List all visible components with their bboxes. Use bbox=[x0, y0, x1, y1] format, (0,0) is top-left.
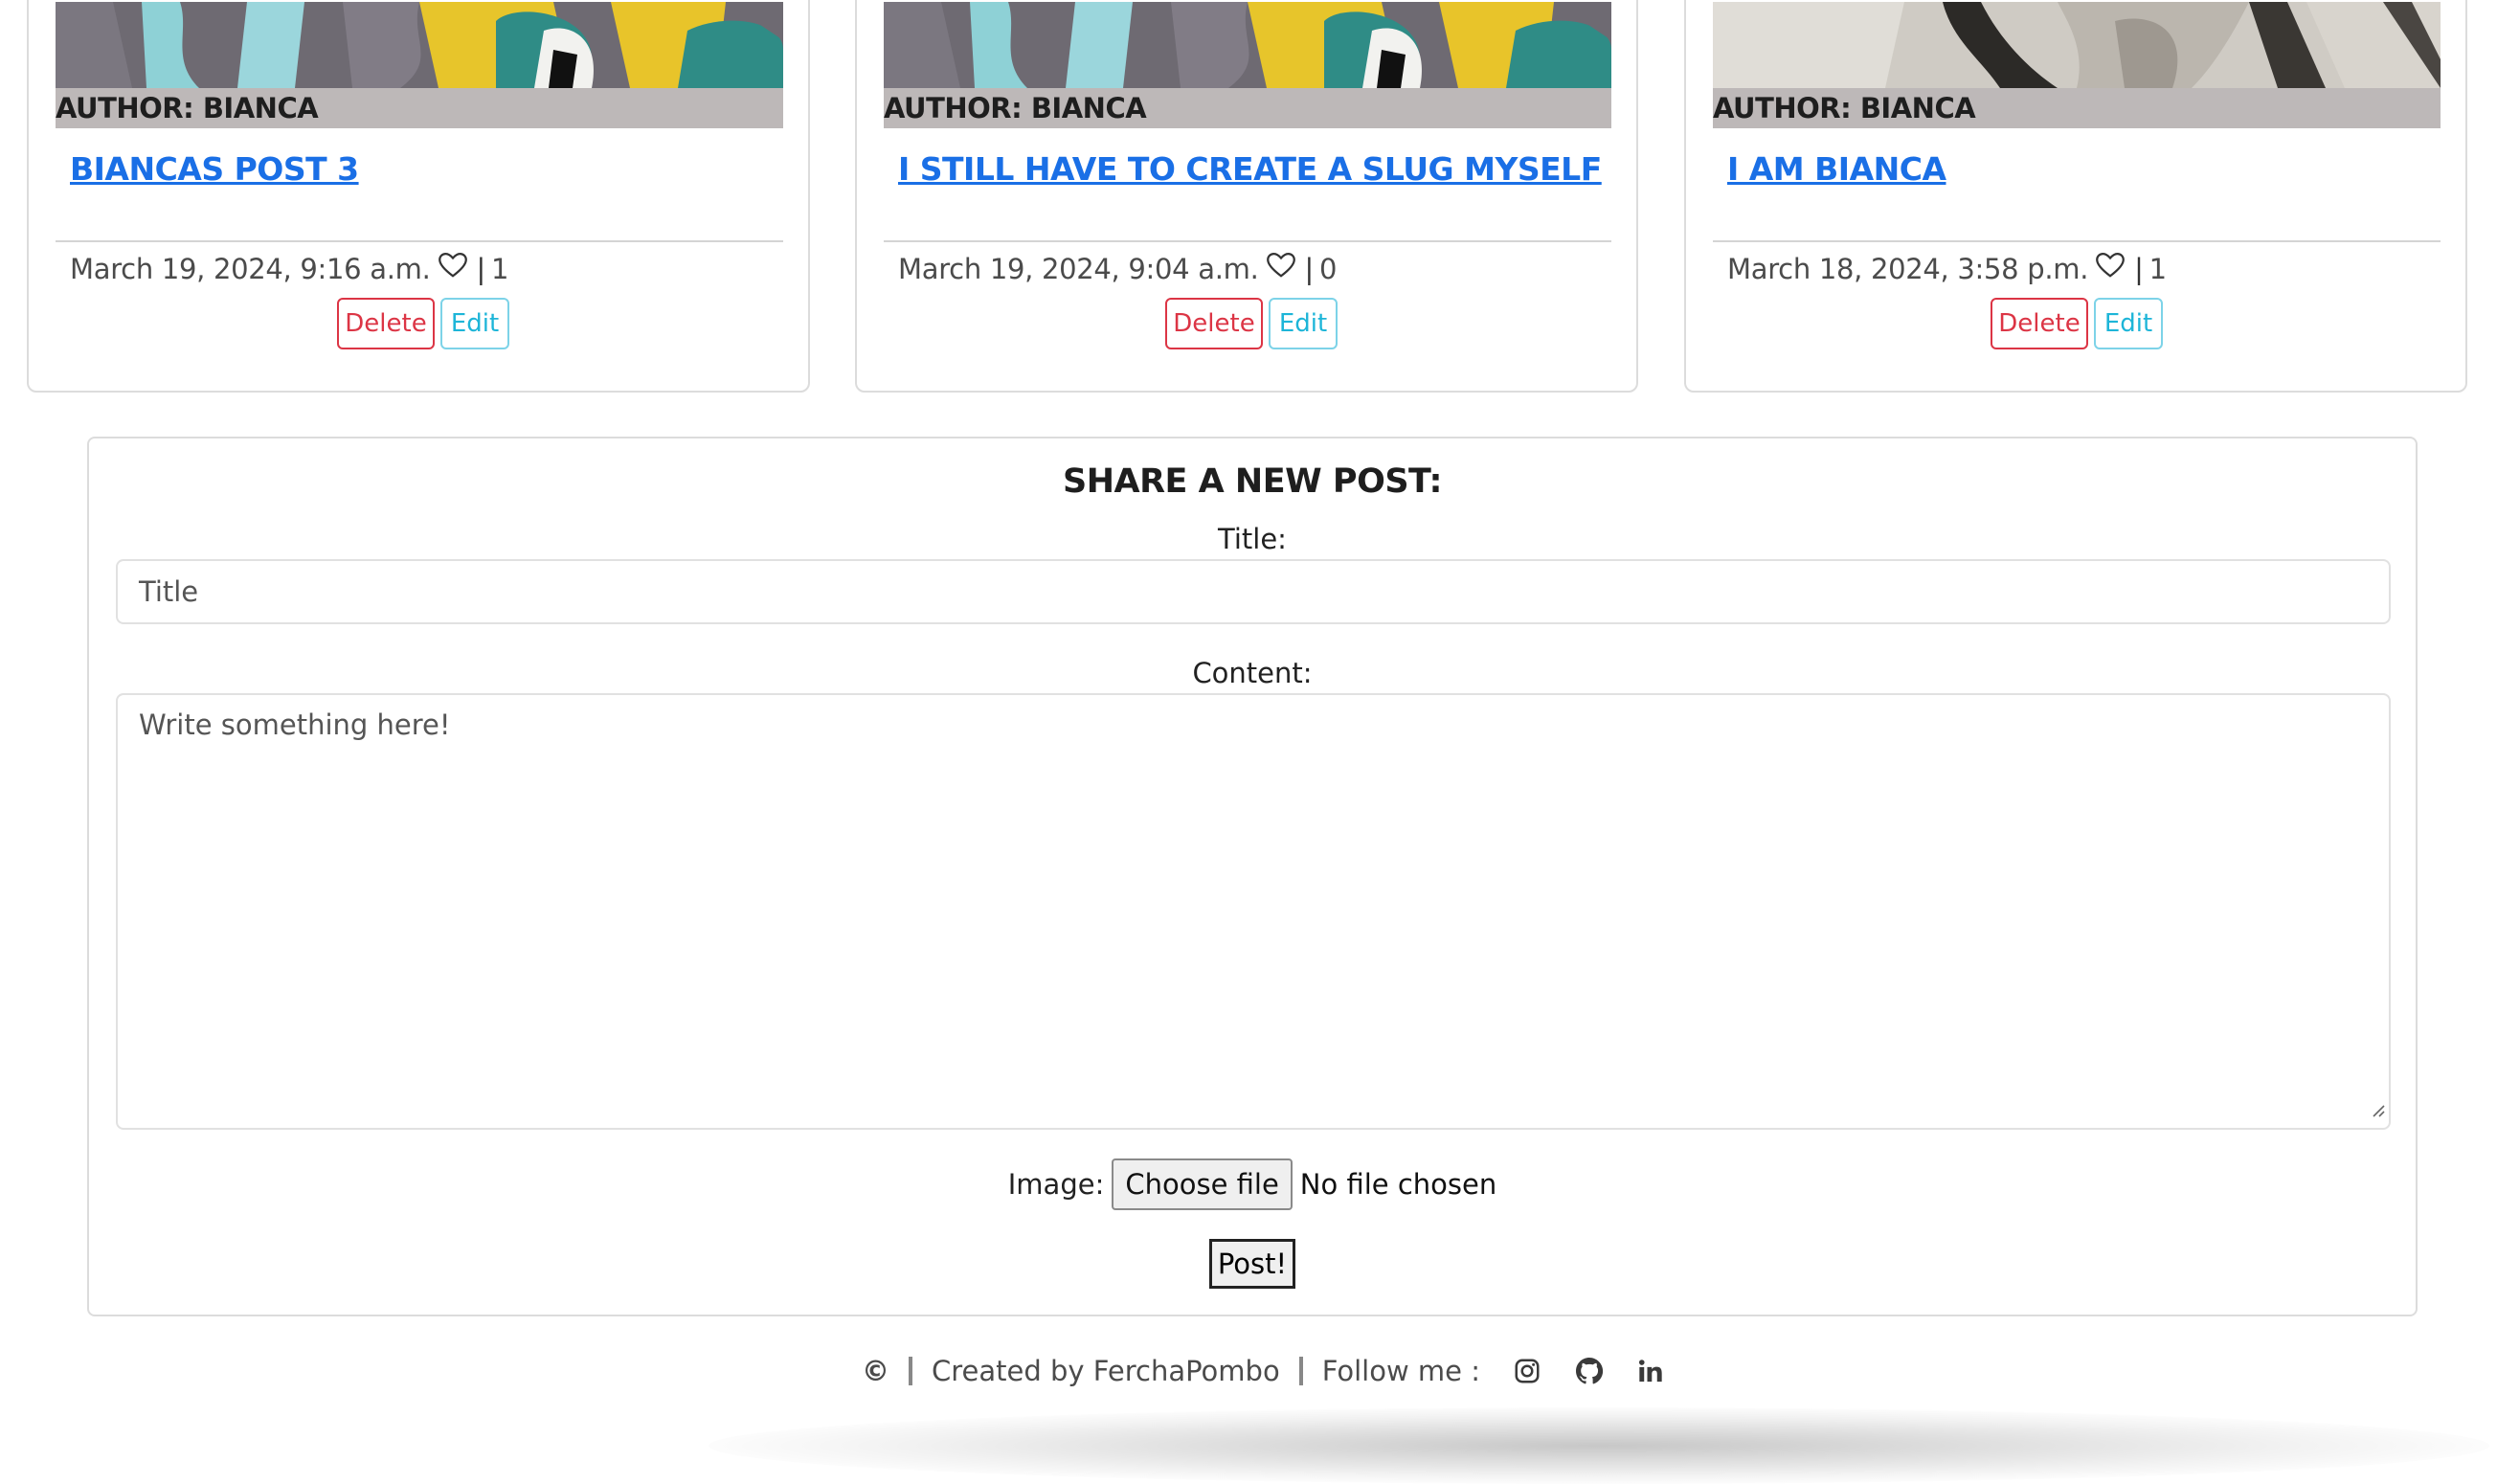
post-actions: Delete Edit bbox=[337, 298, 509, 350]
image-label: Image: bbox=[1007, 1168, 1105, 1201]
delete-button[interactable]: Delete bbox=[1165, 298, 1263, 349]
post-card: AUTHOR: BIANCA I AM BIANCA March 18, 202… bbox=[1684, 0, 2467, 393]
post-meta: March 19, 2024, 9:16 a.m. | 1 bbox=[70, 248, 508, 290]
meta-separator: | bbox=[476, 253, 486, 285]
card-divider bbox=[56, 240, 783, 242]
card-divider bbox=[1713, 240, 2441, 242]
image-upload-row: Image: Choose file No file chosen bbox=[89, 1158, 2416, 1210]
content-placeholder: Write something here! bbox=[139, 708, 451, 741]
like-count: 1 bbox=[2148, 253, 2167, 285]
edit-button[interactable]: Edit bbox=[2094, 298, 2163, 349]
github-icon[interactable] bbox=[1574, 1356, 1605, 1386]
delete-button[interactable]: Delete bbox=[1991, 298, 2088, 349]
post-actions: Delete Edit bbox=[1165, 298, 1338, 350]
footer-divider bbox=[1298, 1357, 1303, 1385]
post-date: March 18, 2024, 3:58 p.m. bbox=[1727, 253, 2089, 285]
title-label: Title: bbox=[1218, 523, 1287, 555]
post-submit-button[interactable]: Post! bbox=[1209, 1239, 1295, 1289]
post-card: AUTHOR: BIANCA BIANCAS POST 3 March 19, … bbox=[27, 0, 810, 393]
post-title-link[interactable]: I AM BIANCA bbox=[1727, 150, 1946, 188]
footer-divider bbox=[909, 1357, 913, 1385]
heart-icon[interactable] bbox=[1266, 248, 1295, 290]
post-date: March 19, 2024, 9:04 a.m. bbox=[898, 253, 1259, 285]
like-count: 0 bbox=[1318, 253, 1338, 285]
post-author: AUTHOR: BIANCA bbox=[56, 88, 783, 128]
form-heading: SHARE A NEW POST: bbox=[1063, 462, 1442, 501]
edit-button[interactable]: Edit bbox=[1269, 298, 1338, 349]
post-author: AUTHOR: BIANCA bbox=[1713, 88, 2441, 128]
post-author: AUTHOR: BIANCA bbox=[884, 88, 1611, 128]
post-actions: Delete Edit bbox=[1991, 298, 2163, 350]
post-meta: March 18, 2024, 3:58 p.m. | 1 bbox=[1727, 248, 2167, 290]
title-input[interactable]: Title bbox=[116, 559, 2391, 624]
linkedin-icon[interactable] bbox=[1637, 1358, 1664, 1384]
content-label: Content: bbox=[1192, 657, 1313, 689]
resize-handle-icon[interactable] bbox=[2370, 1091, 2385, 1124]
meta-separator: | bbox=[1304, 253, 1315, 285]
follow-label: Follow me : bbox=[1321, 1355, 1480, 1387]
post-image bbox=[56, 2, 783, 88]
meta-separator: | bbox=[2134, 253, 2144, 285]
post-title-link[interactable]: I STILL HAVE TO CREATE A SLUG MYSELF bbox=[898, 150, 1602, 188]
post-image bbox=[884, 2, 1611, 88]
footer-credit: Created by FerchaPombo bbox=[932, 1355, 1280, 1387]
file-status: No file chosen bbox=[1299, 1168, 1497, 1201]
footer: © Created by FerchaPombo Follow me : bbox=[0, 1355, 2497, 1387]
post-card: AUTHOR: BIANCA I STILL HAVE TO CREATE A … bbox=[855, 0, 1638, 393]
heart-icon[interactable] bbox=[2096, 248, 2126, 290]
choose-file-button[interactable]: Choose file bbox=[1112, 1158, 1293, 1210]
new-post-form: SHARE A NEW POST: Title: Title Content: … bbox=[87, 437, 2418, 1316]
post-image bbox=[1713, 2, 2441, 88]
post-date: March 19, 2024, 9:16 a.m. bbox=[70, 253, 431, 285]
like-count: 1 bbox=[490, 253, 509, 285]
delete-button[interactable]: Delete bbox=[337, 298, 435, 349]
heart-icon[interactable] bbox=[438, 248, 467, 290]
card-divider bbox=[884, 240, 1611, 242]
content-textarea[interactable]: Write something here! bbox=[116, 693, 2391, 1130]
post-title-link[interactable]: BIANCAS POST 3 bbox=[70, 150, 359, 188]
edit-button[interactable]: Edit bbox=[440, 298, 509, 349]
copyright-icon: © bbox=[862, 1355, 890, 1387]
bottom-shadow bbox=[709, 1407, 2489, 1484]
post-meta: March 19, 2024, 9:04 a.m. | 0 bbox=[898, 248, 1337, 290]
instagram-icon[interactable] bbox=[1513, 1357, 1541, 1385]
